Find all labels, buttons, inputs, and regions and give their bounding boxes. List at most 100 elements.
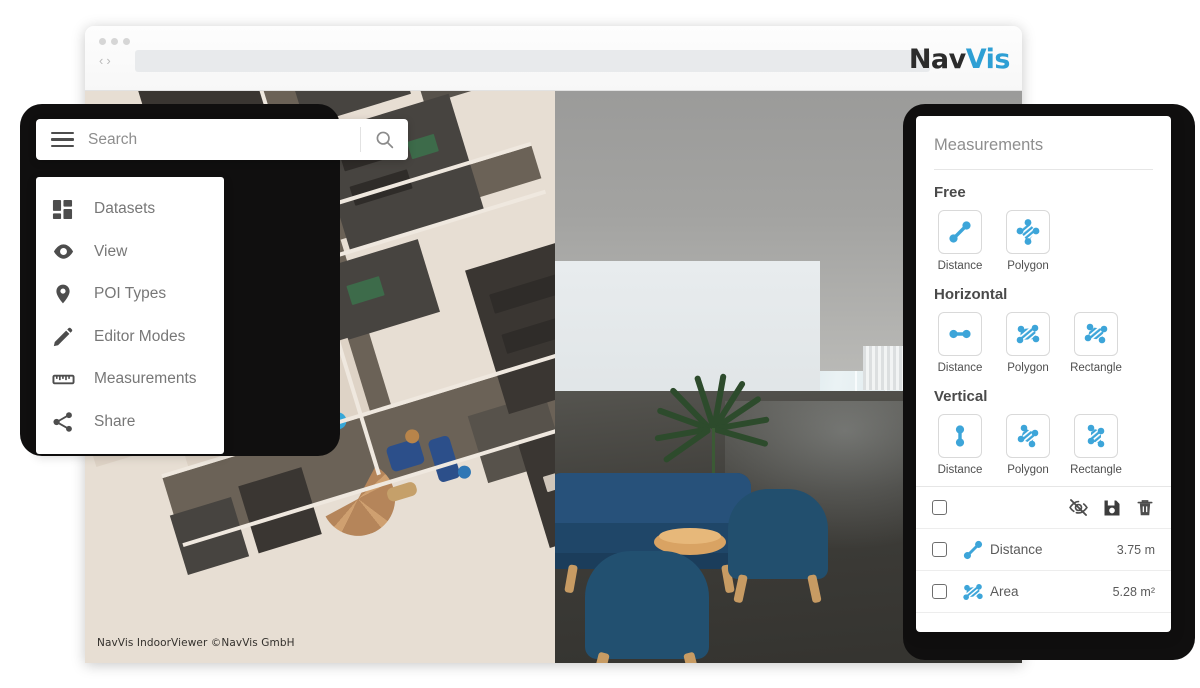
tool-free-distance[interactable]: Distance [934, 210, 986, 272]
row-name: Distance [990, 542, 1043, 557]
browser-nav-buttons[interactable]: ‹ › [99, 54, 111, 67]
search-icon [376, 131, 394, 149]
menu-label: POI Types [94, 285, 167, 303]
main-menu[interactable]: Datasets View POI Types Editor Modes Mea… [36, 177, 224, 454]
tool-icon-box [938, 210, 982, 254]
radiator [863, 346, 907, 390]
group-free: Free Distance Polygon [916, 170, 1171, 272]
menu-label: Datasets [94, 200, 156, 218]
tool-icon-box [1006, 210, 1050, 254]
ruler-icon [52, 368, 94, 391]
tool-vertical-distance[interactable]: Distance [934, 414, 986, 476]
row-checkbox[interactable] [932, 584, 947, 599]
group-heading: Vertical [934, 388, 988, 405]
tool-icon-box [1074, 414, 1118, 458]
tool-icon-box [938, 312, 982, 356]
back-icon[interactable]: ‹ [99, 54, 103, 67]
tool-horizontal-distance[interactable]: Distance [934, 312, 986, 374]
tool-caption: Distance [937, 260, 983, 272]
share-icon [52, 411, 94, 433]
row-value: 5.28 m² [1112, 584, 1155, 599]
tool-caption: Polygon [1007, 464, 1049, 476]
polygon-free-icon [1016, 219, 1040, 245]
menu-label: View [94, 242, 128, 260]
menu-label: Editor Modes [94, 327, 186, 345]
tool-caption: Distance [937, 362, 983, 374]
polygon-horizontal-icon [1016, 324, 1040, 344]
map-pin-icon [52, 283, 94, 305]
distance-vertical-icon [955, 425, 965, 447]
select-all-checkbox[interactable] [932, 500, 947, 515]
menu-item-view[interactable]: View [36, 231, 224, 274]
search-bar[interactable] [36, 119, 408, 160]
save-icon[interactable] [1102, 498, 1122, 518]
row-value: 3.75 m [1116, 542, 1155, 557]
group-vertical: Vertical Distance Polygon Rectangle [916, 374, 1171, 476]
tool-icon-box [1006, 414, 1050, 458]
menu-item-measurements[interactable]: Measurements [36, 358, 224, 401]
list-bottom-divider [916, 612, 1171, 626]
url-bar[interactable] [135, 50, 930, 72]
menu-label: Measurements [94, 370, 197, 388]
tool-caption: Rectangle [1070, 362, 1122, 374]
group-horizontal: Horizontal Distance Polygon Rectangle [916, 272, 1171, 374]
row-checkbox[interactable] [932, 542, 947, 557]
navvis-logo: NavVis [908, 44, 1011, 75]
tool-icon-box [938, 414, 982, 458]
rectangle-vertical-icon [1087, 424, 1105, 448]
polygon-vertical-icon [1017, 424, 1039, 448]
group-heading: Free [934, 184, 966, 201]
search-submit-button[interactable] [361, 129, 408, 150]
tool-icon-box [1006, 312, 1050, 356]
menu-label: Share [94, 412, 136, 430]
measurements-list: Distance 3.75 m Area 5.28 m² [916, 486, 1171, 626]
tool-icon-box [1074, 312, 1118, 356]
tool-horizontal-polygon[interactable]: Polygon [1002, 312, 1054, 374]
measurements-list-toolbar [916, 486, 1171, 528]
browser-chrome: ‹ › NavVis [85, 26, 1022, 91]
tool-horizontal-rectangle[interactable]: Rectangle [1070, 312, 1122, 374]
menu-item-datasets[interactable]: Datasets [36, 188, 224, 231]
datasets-icon [52, 199, 94, 220]
screenshot-root: ‹ › NavVis NavVis IndoorViewer ©NavVis G… [0, 0, 1200, 688]
map-attribution: NavVis IndoorViewer ©NavVis GmbH [97, 637, 295, 649]
logo-nav-text: Nav [908, 44, 966, 75]
eye-off-icon[interactable] [1068, 497, 1089, 518]
rectangle-horizontal-icon [1084, 323, 1108, 344]
close-dot[interactable] [99, 38, 106, 45]
tool-caption: Polygon [1007, 362, 1049, 374]
area-icon [956, 580, 990, 604]
maximize-dot[interactable] [123, 38, 130, 45]
measurements-panel[interactable]: Measurements Free Distance Polygon Horiz… [916, 116, 1171, 632]
menu-item-poi-types[interactable]: POI Types [36, 273, 224, 316]
eye-icon [52, 240, 94, 263]
menu-item-editor-modes[interactable]: Editor Modes [36, 316, 224, 359]
tool-vertical-rectangle[interactable]: Rectangle [1070, 414, 1122, 476]
tool-vertical-polygon[interactable]: Polygon [1002, 414, 1054, 476]
distance-free-icon [949, 221, 971, 243]
table-row[interactable]: Area 5.28 m² [916, 570, 1171, 612]
hamburger-menu-icon[interactable] [36, 131, 88, 148]
tool-free-polygon[interactable]: Polygon [1002, 210, 1054, 272]
row-name: Area [990, 584, 1019, 599]
tool-caption: Distance [937, 464, 983, 476]
sofa-backrest [555, 473, 751, 523]
distance-horizontal-icon [949, 329, 971, 339]
minimize-dot[interactable] [111, 38, 118, 45]
armchair-front [585, 551, 709, 659]
distance-icon [956, 538, 990, 562]
tool-caption: Rectangle [1070, 464, 1122, 476]
forward-icon[interactable]: › [106, 54, 110, 67]
menu-item-share[interactable]: Share [36, 401, 224, 444]
table-row[interactable]: Distance 3.75 m [916, 528, 1171, 570]
trash-icon[interactable] [1135, 498, 1155, 518]
measurements-panel-title: Measurements [934, 136, 1044, 154]
search-input[interactable] [88, 130, 360, 149]
pencil-icon [52, 326, 94, 348]
coffee-table-top [659, 528, 721, 544]
window-controls[interactable] [99, 38, 130, 45]
group-heading: Horizontal [934, 286, 1008, 303]
tool-caption: Polygon [1007, 260, 1049, 272]
logo-vis-text: Vis [965, 44, 1011, 75]
armchair-right [728, 489, 828, 579]
